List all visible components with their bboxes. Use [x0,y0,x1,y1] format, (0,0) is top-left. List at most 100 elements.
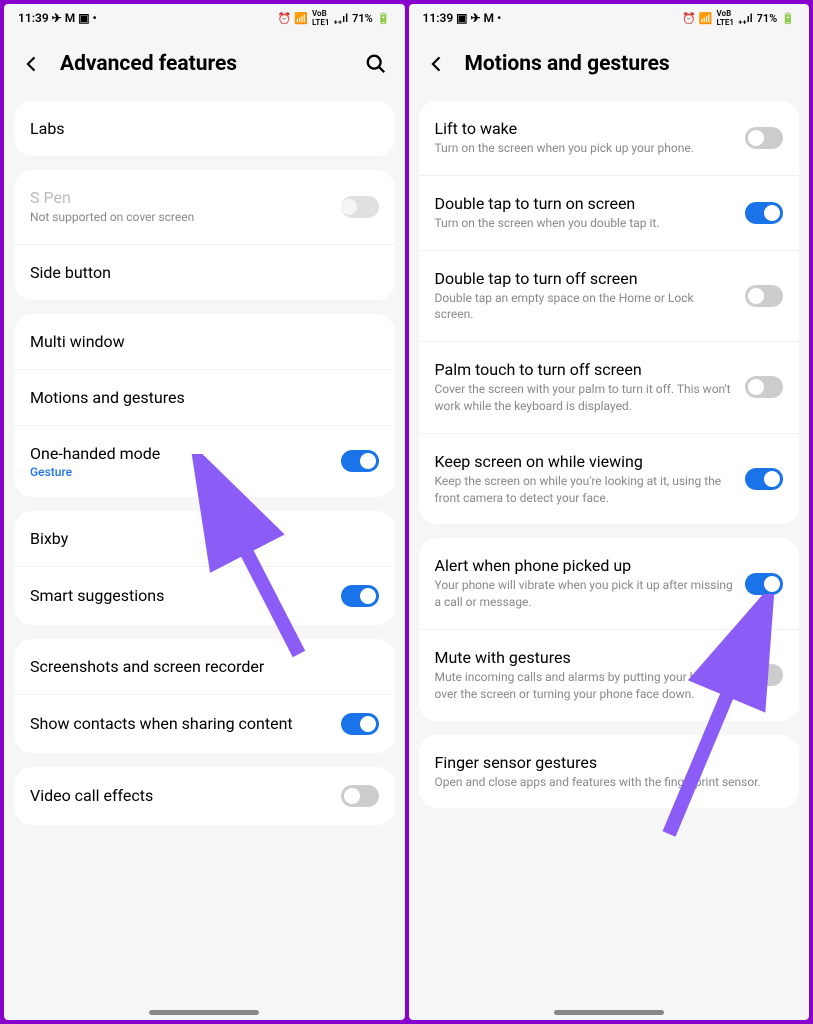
toggle-switch[interactable] [341,450,379,472]
settings-row[interactable]: Mute with gestures Mute incoming calls an… [419,630,800,721]
row-text: Video call effects [30,786,331,805]
row-title: S Pen [30,188,331,207]
settings-group: S PenNot supported on cover screen Side b… [14,170,395,300]
status-bar: 11:39 ▣ ✈ M • ⏰ 📶 VoBLTE1 ₊₊ıl 71% 🔋 [409,4,810,32]
row-subtitle: Keep the screen on while you're looking … [435,473,736,507]
settings-row[interactable]: Video call effects [14,767,395,825]
row-text: Show contacts when sharing content [30,714,331,733]
row-title: Bixby [30,529,379,548]
settings-row[interactable]: Bixby [14,511,395,567]
settings-row[interactable]: Labs [14,101,395,156]
row-text: One-handed modeGesture [30,444,331,479]
settings-row[interactable]: Show contacts when sharing content [14,695,395,753]
row-title: Screenshots and screen recorder [30,657,379,676]
row-text: S PenNot supported on cover screen [30,188,331,226]
settings-row[interactable]: Multi window [14,314,395,370]
row-value: Gesture [30,465,331,479]
settings-row[interactable]: One-handed modeGesture [14,426,395,497]
row-text: Side button [30,263,379,282]
toggle-switch[interactable] [341,713,379,735]
phone-right: 11:39 ▣ ✈ M • ⏰ 📶 VoBLTE1 ₊₊ıl 71% 🔋 Mot… [409,4,810,1020]
toggle-switch[interactable] [745,285,783,307]
content-right[interactable]: Lift to wake Turn on the screen when you … [409,101,810,1020]
settings-group: Bixby Smart suggestions [14,511,395,625]
settings-row[interactable]: Keep screen on while viewing Keep the scr… [419,434,800,525]
settings-group: Lift to wake Turn on the screen when you … [419,101,800,524]
row-text: Double tap to turn on screenTurn on the … [435,194,736,232]
row-subtitle: Your phone will vibrate when you pick it… [435,577,736,611]
settings-row[interactable]: Finger sensor gesturesOpen and close app… [419,735,800,809]
settings-row[interactable]: Side button [14,245,395,300]
page-title: Motions and gestures [465,52,792,76]
row-subtitle: Mute incoming calls and alarms by puttin… [435,669,736,703]
toggle-switch[interactable] [341,585,379,607]
status-right: ⏰ 📶 VoBLTE1 ₊₊ıl 71% 🔋 [682,9,795,27]
settings-row[interactable]: Double tap to turn on screenTurn on the … [419,176,800,251]
row-text: Double tap to turn off screen Double tap … [435,269,736,324]
row-title: Finger sensor gestures [435,753,784,772]
row-subtitle: Double tap an empty space on the Home or… [435,290,736,324]
toggle-switch[interactable] [341,785,379,807]
row-text: Smart suggestions [30,586,331,605]
settings-row[interactable]: Smart suggestions [14,567,395,625]
settings-group: Labs [14,101,395,156]
header: Advanced features [4,32,405,101]
row-title: Palm touch to turn off screen [435,360,736,379]
row-text: Mute with gestures Mute incoming calls an… [435,648,736,703]
toggle-switch[interactable] [745,376,783,398]
settings-group: Screenshots and screen recorder Show cont… [14,639,395,753]
toggle-switch[interactable] [745,573,783,595]
status-time: 11:39 ✈ M ▣ • [18,11,97,25]
row-text: Motions and gestures [30,388,379,407]
back-button[interactable] [427,54,447,74]
row-text: Bixby [30,529,379,548]
row-title: Video call effects [30,786,331,805]
settings-group: Video call effects [14,767,395,825]
row-title: Double tap to turn off screen [435,269,736,288]
row-text: Labs [30,119,379,138]
toggle-switch [341,196,379,218]
row-text: Lift to wake Turn on the screen when you … [435,119,736,157]
phone-left: 11:39 ✈ M ▣ • ⏰ 📶 VoBLTE1 ₊₊ıl 71% 🔋 Adv… [4,4,405,1020]
row-title: Labs [30,119,379,138]
settings-row[interactable]: Palm touch to turn off screen Cover the s… [419,342,800,434]
settings-row[interactable]: Motions and gestures [14,370,395,426]
row-title: Motions and gestures [30,388,379,407]
row-subtitle: Turn on the screen when you pick up your… [435,140,736,157]
home-indicator[interactable] [149,1010,259,1015]
row-title: Keep screen on while viewing [435,452,736,471]
settings-row[interactable]: Alert when phone picked upYour phone wil… [419,538,800,630]
toggle-switch[interactable] [745,468,783,490]
row-title: Mute with gestures [435,648,736,667]
row-text: Palm touch to turn off screen Cover the s… [435,360,736,415]
row-subtitle: Cover the screen with your palm to turn … [435,381,736,415]
page-title: Advanced features [60,52,347,76]
header: Motions and gestures [409,32,810,101]
search-button[interactable] [365,53,387,75]
toggle-switch[interactable] [745,664,783,686]
row-text: Screenshots and screen recorder [30,657,379,676]
row-title: Double tap to turn on screen [435,194,736,213]
settings-row[interactable]: Double tap to turn off screen Double tap … [419,251,800,343]
row-text: Alert when phone picked upYour phone wil… [435,556,736,611]
settings-row[interactable]: S PenNot supported on cover screen [14,170,395,245]
home-indicator[interactable] [554,1010,664,1015]
status-time: 11:39 ▣ ✈ M • [423,11,502,25]
settings-row[interactable]: Lift to wake Turn on the screen when you … [419,101,800,176]
status-bar: 11:39 ✈ M ▣ • ⏰ 📶 VoBLTE1 ₊₊ıl 71% 🔋 [4,4,405,32]
row-title: Multi window [30,332,379,351]
status-right: ⏰ 📶 VoBLTE1 ₊₊ıl 71% 🔋 [278,9,391,27]
settings-group: Multi window Motions and gestures One-hand… [14,314,395,497]
row-title: Lift to wake [435,119,736,138]
row-text: Finger sensor gesturesOpen and close app… [435,753,784,791]
back-button[interactable] [22,54,42,74]
settings-group: Finger sensor gesturesOpen and close app… [419,735,800,809]
row-text: Keep screen on while viewing Keep the scr… [435,452,736,507]
content-left[interactable]: Labs S PenNot supported on cover screen Si… [4,101,405,1020]
toggle-switch[interactable] [745,127,783,149]
settings-row[interactable]: Screenshots and screen recorder [14,639,395,695]
settings-group: Alert when phone picked upYour phone wil… [419,538,800,720]
toggle-switch[interactable] [745,202,783,224]
row-title: Side button [30,263,379,282]
row-title: Smart suggestions [30,586,331,605]
